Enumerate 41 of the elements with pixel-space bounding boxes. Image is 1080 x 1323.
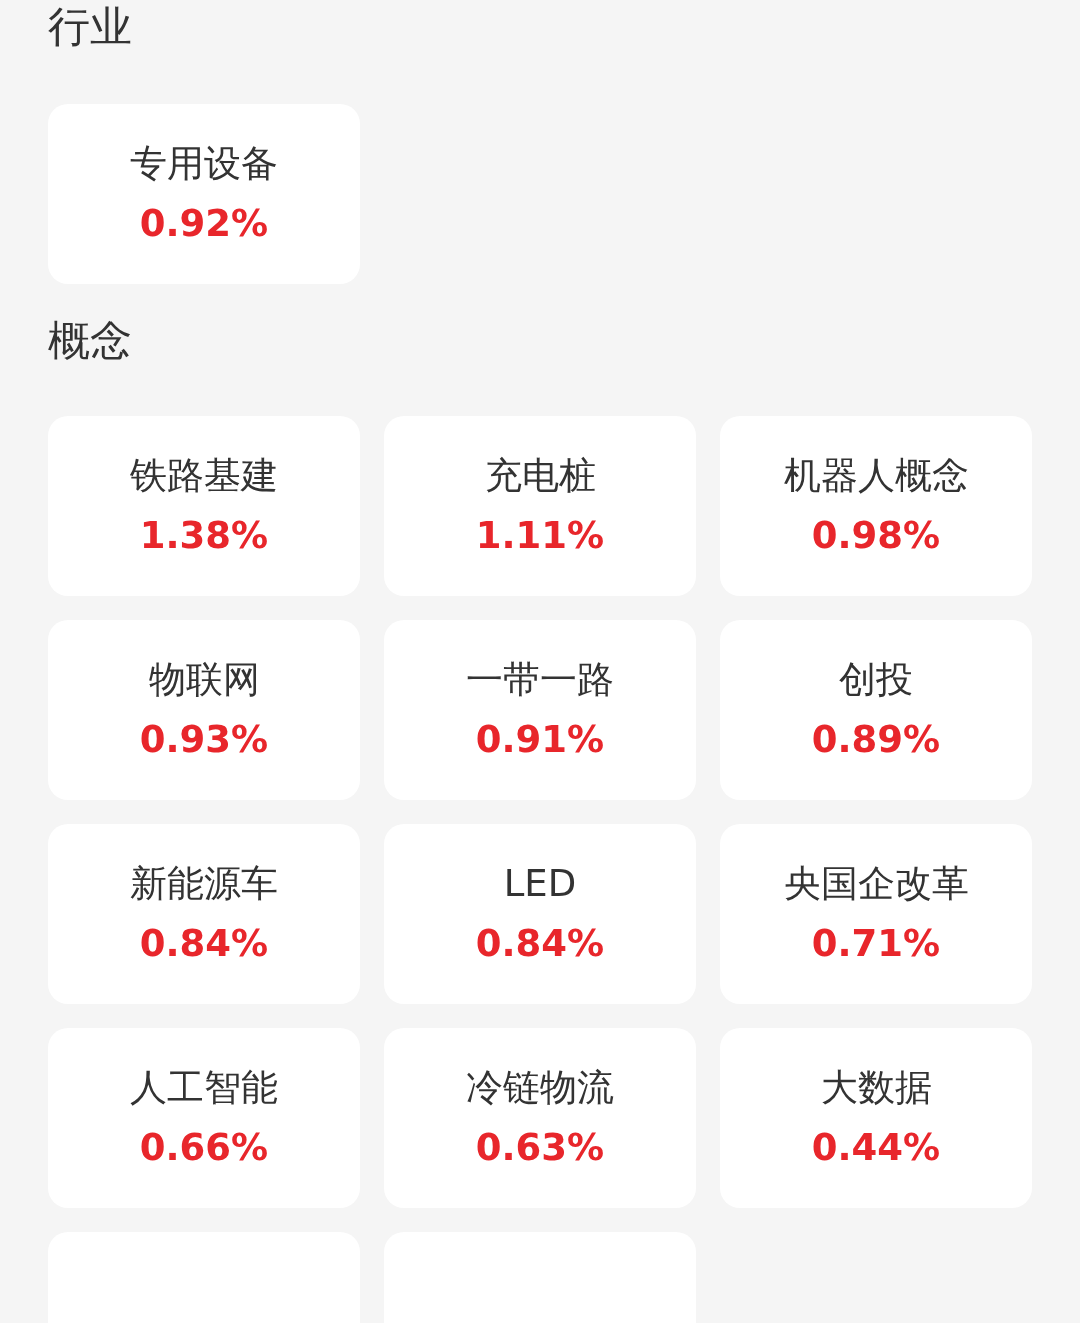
sector-card[interactable]: 一带一路 0.91% [384, 620, 696, 800]
sector-name: 充电桩 [484, 453, 596, 499]
section-title: 概念 [48, 315, 133, 367]
sector-card[interactable]: 人工智能 0.66% [48, 1028, 360, 1208]
sector-card[interactable]: 冷链物流 0.63% [384, 1028, 696, 1208]
change-percent: 0.91% [475, 717, 605, 763]
change-percent: 0.84% [475, 921, 605, 967]
sector-name: 冷链物流 [466, 1065, 614, 1111]
change-percent: 0.93% [139, 717, 269, 763]
sector-name: LED [503, 861, 577, 907]
change-percent: 1.38% [139, 513, 269, 559]
sector-name: 专用设备 [130, 141, 278, 187]
change-percent: 0.98% [811, 513, 941, 559]
sector-name: 一带一路 [466, 657, 614, 703]
sector-card[interactable]: 创投 0.89% [720, 620, 1032, 800]
change-percent: 0.89% [811, 717, 941, 763]
sector-card[interactable]: 充电桩 1.11% [384, 416, 696, 596]
section-title: 行业 [48, 1, 133, 53]
change-percent: 0.66% [139, 1125, 269, 1171]
change-percent: 0.92% [139, 201, 269, 247]
sector-name: 创投 [839, 657, 913, 703]
sector-name: 央国企改革 [783, 861, 969, 907]
change-percent: 0.44% [811, 1125, 941, 1171]
sector-name: 人工智能 [130, 1065, 278, 1111]
sector-name: 物联网 [148, 657, 260, 703]
sector-card[interactable]: 大数据 0.44% [720, 1028, 1032, 1208]
sector-name: 机器人概念 [783, 453, 969, 499]
sector-card[interactable]: 专用设备 0.92% [48, 104, 360, 284]
sector-card[interactable]: 央国企改革 0.71% [720, 824, 1032, 1004]
change-percent: 0.84% [139, 921, 269, 967]
sector-card[interactable]: 机器人概念 0.98% [720, 416, 1032, 596]
change-percent: 1.11% [475, 513, 605, 559]
sector-card[interactable]: 物联网 0.93% [48, 620, 360, 800]
sector-name: 大数据 [820, 1065, 932, 1111]
change-percent: 0.71% [811, 921, 941, 967]
sector-card[interactable]: 铁路基建 1.38% [48, 416, 360, 596]
sector-card[interactable]: 新能源车 0.84% [48, 824, 360, 1004]
sector-card[interactable]: LED 0.84% [384, 824, 696, 1004]
sector-name: 铁路基建 [130, 453, 278, 499]
change-percent: 0.63% [475, 1125, 605, 1171]
sector-name: 新能源车 [130, 861, 278, 907]
